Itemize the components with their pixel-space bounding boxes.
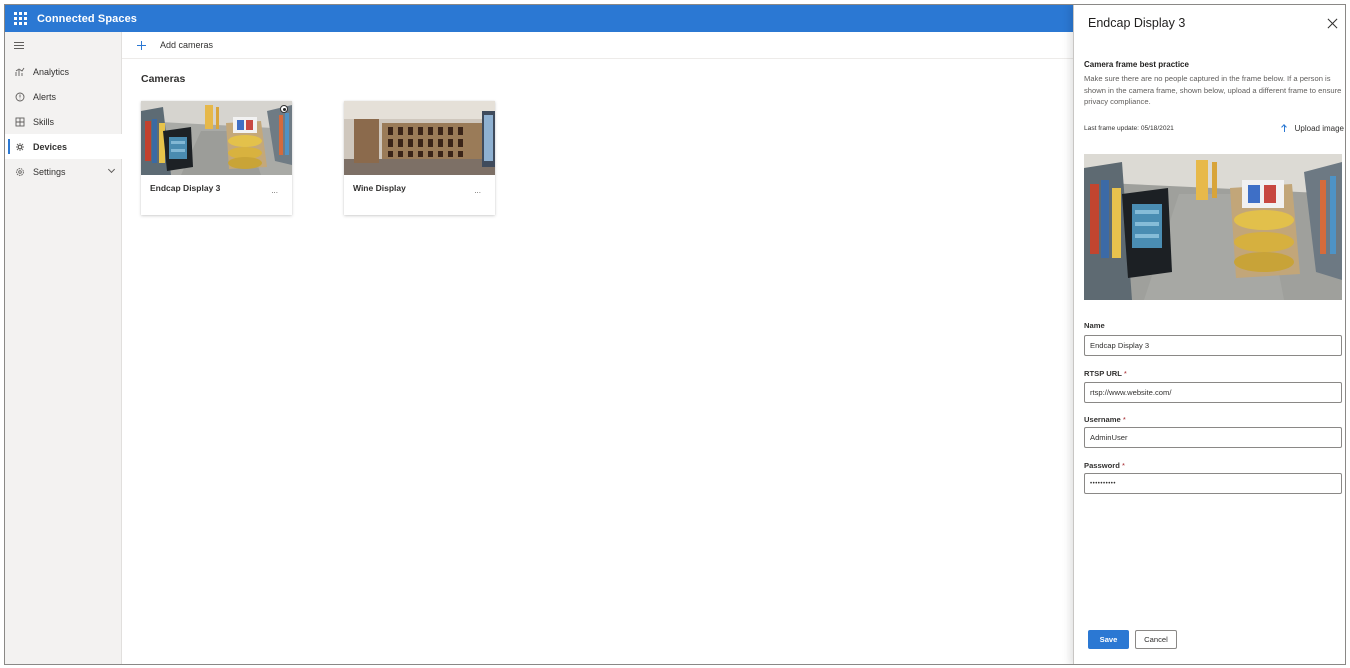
devices-icon — [15, 142, 25, 152]
camera-name: Wine Display — [353, 183, 406, 193]
sidebar-item-skills[interactable]: Skills — [5, 109, 122, 134]
waffle-icon — [13, 12, 27, 25]
panel-title: Endcap Display 3 — [1088, 16, 1186, 30]
status-indicator-icon — [280, 105, 288, 113]
command-bar: Add cameras — [122, 32, 1073, 59]
best-practice-text: Make sure there are no people captured i… — [1084, 74, 1342, 106]
camera-thumbnail — [141, 101, 292, 175]
username-label-text: Username — [1084, 415, 1121, 424]
chevron-down-icon[interactable] — [107, 165, 116, 174]
rtsp-url-label-text: RTSP URL — [1084, 369, 1122, 378]
hamburger-menu-icon[interactable] — [14, 42, 24, 51]
camera-name: Endcap Display 3 — [150, 183, 221, 193]
sidebar-item-analytics[interactable]: Analytics — [5, 59, 122, 84]
username-label: Username * — [1084, 415, 1126, 424]
camera-card-wine[interactable]: Wine Display ... — [344, 101, 495, 215]
sidebar-item-label: Alerts — [33, 91, 57, 102]
sidebar-item-label: Skills — [33, 116, 55, 127]
skills-icon — [15, 117, 25, 127]
password-field[interactable]: •••••••••• — [1084, 473, 1342, 494]
more-options-button[interactable]: ... — [474, 186, 481, 195]
cancel-button[interactable]: Cancel — [1135, 630, 1177, 649]
app-launcher-button[interactable] — [7, 5, 33, 32]
sidebar-item-settings[interactable]: Settings — [5, 159, 122, 184]
camera-card-endcap[interactable]: Endcap Display 3 ... — [141, 101, 292, 215]
sidebar-nav: Analytics Alerts Skills Devices Settings — [5, 59, 122, 184]
more-options-button[interactable]: ... — [271, 186, 278, 195]
camera-thumbnail — [344, 101, 495, 175]
sidebar-item-devices[interactable]: Devices — [5, 134, 122, 159]
add-cameras-button[interactable]: Add cameras — [160, 40, 213, 50]
required-marker: * — [1122, 415, 1126, 424]
sidebar-item-label: Settings — [33, 166, 66, 177]
name-field[interactable]: Endcap Display 3 — [1084, 335, 1342, 356]
required-marker: * — [1123, 369, 1127, 378]
top-bar: Connected Spaces — [5, 5, 1073, 32]
best-practice-title: Camera frame best practice — [1084, 60, 1189, 69]
app-window: Connected Spaces Analytics Alerts Skills… — [4, 4, 1346, 665]
close-icon[interactable] — [1327, 18, 1338, 29]
upload-image-label: Upload image — [1294, 124, 1344, 133]
save-button[interactable]: Save — [1088, 630, 1129, 649]
analytics-icon — [15, 67, 25, 77]
camera-frame-image — [1084, 154, 1342, 300]
gear-icon — [15, 167, 25, 177]
upload-icon — [1281, 124, 1289, 133]
alert-icon — [15, 92, 25, 102]
add-icon[interactable] — [137, 40, 146, 50]
upload-image-button[interactable]: Upload image — [1281, 124, 1344, 133]
last-frame-update: Last frame update: 05/18/2021 — [1084, 125, 1174, 132]
username-field[interactable]: AdminUser — [1084, 427, 1342, 448]
rtsp-url-label: RTSP URL * — [1084, 369, 1127, 378]
password-label: Password * — [1084, 461, 1125, 470]
sidebar-item-label: Analytics — [33, 66, 70, 77]
sidebar: Analytics Alerts Skills Devices Settings — [5, 32, 122, 664]
rtsp-url-field[interactable]: rtsp://www.website.com/ — [1084, 382, 1342, 403]
name-label: Name — [1084, 321, 1105, 330]
password-label-text: Password — [1084, 461, 1120, 470]
name-label-text: Name — [1084, 321, 1105, 330]
sidebar-item-label: Devices — [33, 141, 68, 152]
camera-details-panel: Endcap Display 3 Camera frame best pract… — [1073, 5, 1345, 664]
app-title[interactable]: Connected Spaces — [37, 13, 137, 25]
page-title: Cameras — [141, 73, 186, 85]
sidebar-item-alerts[interactable]: Alerts — [5, 84, 122, 109]
required-marker: * — [1122, 461, 1125, 470]
